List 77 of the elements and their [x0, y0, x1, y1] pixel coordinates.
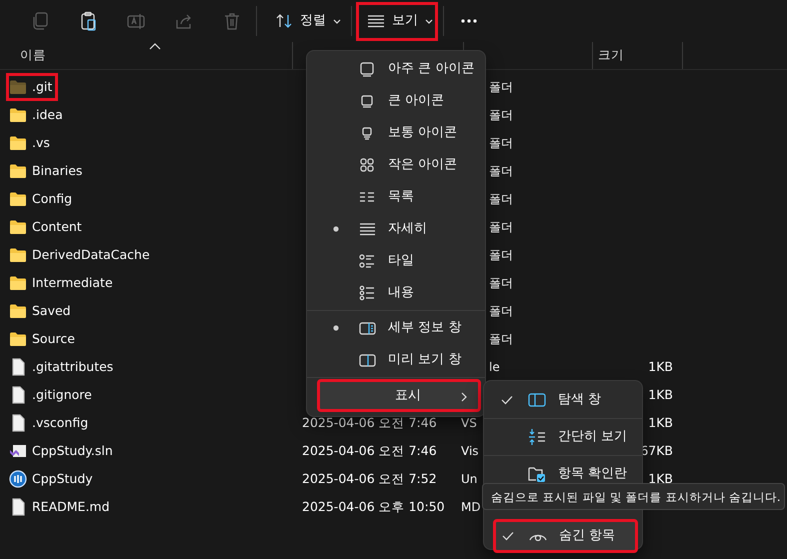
content-view-icon: [359, 284, 376, 302]
view-button[interactable]: 보기: [356, 2, 438, 40]
date-cell: 2025-04-06 오후 10:50: [302, 498, 445, 514]
sort-caret-icon: [149, 43, 161, 50]
menu-item[interactable]: 세부 정보 창: [311, 312, 481, 344]
type-cell: le: [489, 360, 500, 374]
column-header[interactable]: 크기: [593, 42, 683, 69]
file-name[interactable]: Content: [32, 220, 82, 234]
file-name[interactable]: Saved: [32, 304, 71, 318]
compact-icon: [528, 428, 546, 446]
sort-icon: [275, 12, 293, 30]
type-cell: Vis: [461, 444, 479, 458]
details-pane-view-icon: [359, 320, 376, 336]
type-cell: 폴더: [489, 164, 513, 178]
details-view-icon: [359, 220, 376, 238]
file-name[interactable]: Source: [32, 332, 75, 346]
menu-item[interactable]: 내용: [311, 277, 481, 309]
file-name[interactable]: README.md: [32, 500, 110, 514]
menu-item[interactable]: 미리 보기 창: [311, 344, 481, 376]
date-cell: 2025-04-06 오전 7:46: [302, 414, 437, 430]
file-name[interactable]: Binaries: [32, 164, 82, 178]
file-name[interactable]: .idea: [32, 108, 63, 122]
column-header[interactable]: 이름: [0, 42, 293, 69]
file-name[interactable]: CppStudy.sln: [32, 444, 113, 458]
submenu-item[interactable]: 숨긴 항목: [493, 519, 638, 553]
size-cell: 1KB: [648, 386, 673, 402]
size-cell: 1KB: [648, 358, 673, 374]
tiles-view-icon: [359, 252, 376, 270]
chevron-right-icon: [460, 392, 468, 402]
file-name[interactable]: .vs: [32, 136, 50, 150]
menu-item[interactable]: 자세히: [311, 213, 481, 245]
size-cell: 1KB: [648, 470, 673, 486]
menu-item[interactable]: 타일: [311, 245, 481, 277]
size-cell: 1KB: [648, 414, 673, 430]
submenu-item[interactable]: 간단히 보기: [488, 420, 638, 454]
extra-large-view-icon: [359, 60, 376, 78]
file-name[interactable]: .gitignore: [32, 388, 92, 402]
file-name[interactable]: Config: [32, 192, 72, 206]
preview-pane-view-icon: [359, 352, 376, 368]
type-cell: 폴더: [489, 220, 513, 234]
tooltip: 숨김으로 표시된 파일 및 폴더를 표시하거나 숨깁니다.: [482, 483, 785, 510]
type-cell: 폴더: [489, 192, 513, 206]
menu-item[interactable]: 보통 아이콘: [311, 117, 481, 149]
date-cell: 2025-04-06 오전 7:52: [302, 470, 437, 486]
file-name[interactable]: DerivedDataCache: [32, 248, 150, 262]
pane-icon: [528, 391, 546, 409]
delete-icon: [222, 11, 242, 31]
type-cell: VS: [461, 416, 477, 430]
menu-item[interactable]: 표시: [317, 379, 481, 412]
type-cell: 폴더: [489, 332, 513, 346]
menu-item[interactable]: 목록: [311, 181, 481, 213]
chevron-down-icon: [333, 17, 341, 25]
chevron-down-icon: [425, 17, 433, 25]
small-view-icon: [359, 156, 376, 174]
menu-item[interactable]: 큰 아이콘: [311, 85, 481, 117]
submenu-item[interactable]: 탐색 창: [488, 383, 638, 417]
type-cell: 폴더: [489, 304, 513, 318]
type-cell: MD: [461, 500, 481, 514]
type-cell: 폴더: [489, 136, 513, 150]
date-cell: 2025-04-06 오전 7:46: [302, 442, 437, 458]
type-cell: Un: [461, 472, 478, 486]
more-icon: [460, 18, 478, 24]
folder-checkbox-icon: [528, 465, 546, 483]
file-name[interactable]: .vsconfig: [32, 416, 88, 430]
type-cell: 폴더: [489, 276, 513, 290]
type-cell: 폴더: [489, 80, 513, 94]
sort-button[interactable]: 정렬: [267, 4, 349, 38]
file-name[interactable]: Intermediate: [32, 276, 113, 290]
menu-item[interactable]: 작은 아이콘: [311, 149, 481, 181]
file-name[interactable]: CppStudy: [32, 472, 93, 486]
file-name[interactable]: .git: [32, 80, 52, 94]
menu-item[interactable]: 아주 큰 아이콘: [311, 53, 481, 85]
rename-icon: [126, 11, 146, 31]
file-name[interactable]: .gitattributes: [32, 360, 114, 374]
view-icon: [367, 14, 385, 28]
type-cell: 폴더: [489, 108, 513, 122]
type-cell: 폴더: [489, 248, 513, 262]
